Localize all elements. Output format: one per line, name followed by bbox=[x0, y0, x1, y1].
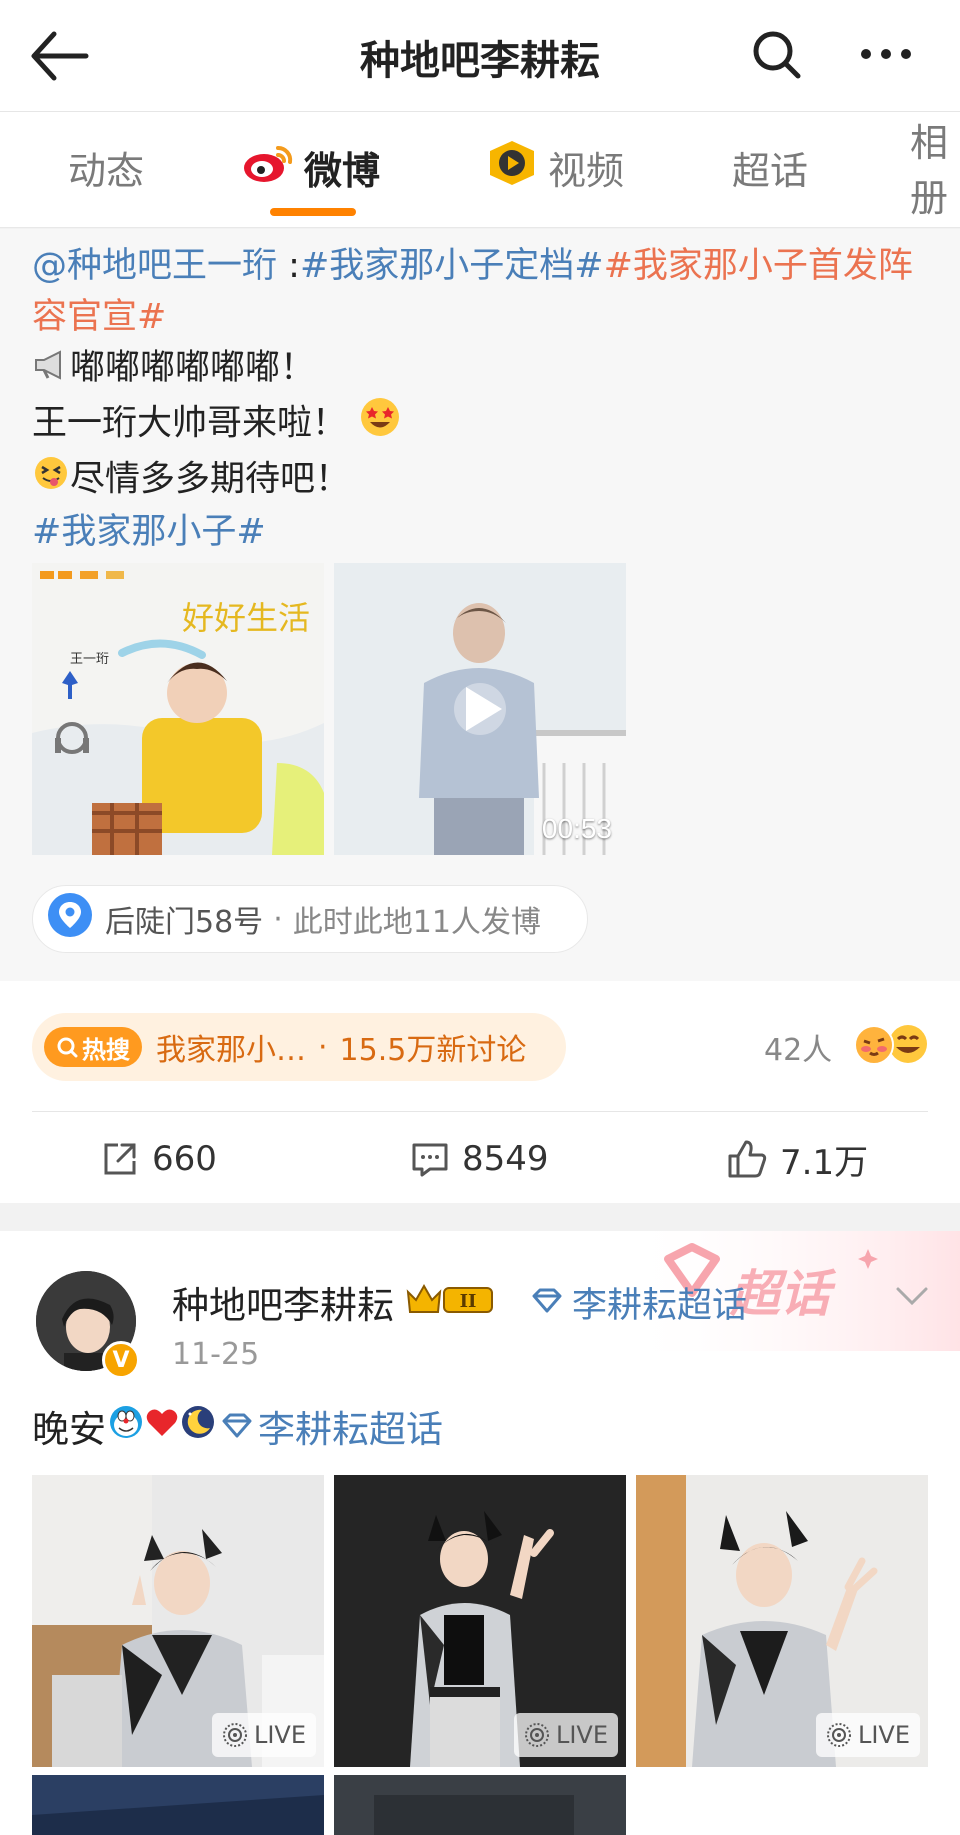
post-actions-area: 热搜 我家那小… · 15.5万新讨论 42人 660 8549 7.1万 bbox=[0, 981, 960, 1203]
live-photo[interactable]: LIVE bbox=[32, 1475, 324, 1767]
post-card[interactable]: 超话 V 种地吧李耕耘 II 李耕耘超话 11-25 晚安 李耕耘超话 LIVE… bbox=[0, 1231, 960, 1835]
location-name: 后陡门58号 bbox=[105, 905, 264, 940]
tab-album[interactable]: 相册 bbox=[910, 121, 960, 220]
megaphone-icon bbox=[32, 344, 70, 395]
post-text: 晚安 李耕耘超话 bbox=[32, 1399, 443, 1453]
repost-card[interactable]: @种地吧王一珩 :#我家那小子定档##我家那小子首发阵容官宣# 嘟嘟嘟嘟嘟嘟！ … bbox=[0, 229, 960, 981]
live-label: LIVE bbox=[857, 1721, 910, 1749]
tab-video[interactable]: 视频 bbox=[486, 140, 625, 193]
post-author[interactable]: 种地吧李耕耘 II bbox=[172, 1275, 496, 1329]
video-duration: 00:53 bbox=[541, 813, 612, 844]
live-label: LIVE bbox=[253, 1721, 306, 1749]
active-tab-indicator bbox=[270, 208, 356, 216]
post-line: 尽情多多期待吧！ bbox=[70, 459, 351, 499]
likers-count[interactable]: 42人 bbox=[764, 1025, 832, 1069]
tab-weibo-label: 微博 bbox=[304, 148, 381, 193]
live-badge: LIVE bbox=[211, 1713, 316, 1757]
live-label: LIVE bbox=[555, 1721, 608, 1749]
top-bar: 种地吧李耕耘 bbox=[0, 0, 960, 112]
photo-thumbnail[interactable] bbox=[334, 1775, 626, 1835]
verified-badge-icon: V bbox=[102, 1341, 140, 1379]
tab-weibo[interactable]: 微博 bbox=[242, 142, 381, 193]
live-photo-icon bbox=[222, 1723, 247, 1747]
tab-dynamics[interactable]: 动态 bbox=[68, 142, 144, 193]
repost-icon bbox=[104, 1143, 136, 1175]
hot-search-badge-label: 热搜 bbox=[82, 1035, 130, 1064]
level-badge-text: II bbox=[460, 1291, 477, 1312]
comment-button[interactable]: 8549 bbox=[410, 1131, 549, 1187]
post-line: 嘟嘟嘟嘟嘟嘟！ bbox=[70, 348, 316, 388]
repost-button[interactable]: 660 bbox=[100, 1131, 217, 1187]
search-icon[interactable] bbox=[748, 26, 804, 82]
reaction-emoji-icon bbox=[850, 1021, 930, 1067]
repost-count: 660 bbox=[152, 1139, 217, 1179]
supertopic-text-link[interactable]: 李耕耘超话 bbox=[258, 1399, 443, 1453]
location-info: 此时此地11人发博 bbox=[292, 905, 541, 940]
tab-supertopic[interactable]: 超话 bbox=[732, 142, 808, 193]
live-badge: LIVE bbox=[513, 1713, 618, 1757]
hot-search-count: 15.5万新讨论 bbox=[339, 1033, 527, 1068]
photo-thumbnail[interactable] bbox=[32, 1775, 324, 1835]
weibo-logo-icon bbox=[242, 142, 294, 193]
supertopic-link[interactable]: 李耕耘超话 bbox=[530, 1277, 747, 1328]
moon-emoji-icon bbox=[180, 1404, 216, 1449]
live-photo-icon bbox=[826, 1723, 851, 1747]
like-thumb-icon bbox=[728, 1140, 767, 1178]
live-photo-icon bbox=[524, 1723, 549, 1747]
post-text-content: 晚安 bbox=[32, 1408, 106, 1451]
topic-link[interactable]: #我家那小子# bbox=[32, 512, 266, 552]
colon: : bbox=[277, 246, 300, 286]
doraemon-emoji-icon bbox=[108, 1404, 144, 1449]
live-photo[interactable]: LIVE bbox=[334, 1475, 626, 1767]
post-line: 王一珩大帅哥来啦！ bbox=[32, 403, 348, 443]
tongue-emoji-icon bbox=[32, 454, 70, 507]
app-screen: 种地吧李耕耘 动态 微博 视频 超话 相册 @种地吧王一珩 :#我家那小子定档# bbox=[0, 0, 960, 1835]
heart-emoji-icon bbox=[144, 1404, 180, 1449]
comment-count: 8549 bbox=[462, 1139, 549, 1179]
like-count: 7.1万 bbox=[780, 1142, 869, 1183]
video-play-icon bbox=[486, 139, 538, 196]
video-thumbnail[interactable]: 00:53 bbox=[334, 563, 626, 855]
location-separator: · bbox=[273, 901, 283, 937]
hot-search-text: 我家那小… bbox=[156, 1033, 306, 1068]
hot-search-separator: · bbox=[318, 1029, 328, 1065]
profile-tabs: 动态 微博 视频 超话 相册 bbox=[0, 112, 960, 228]
tab-video-label: 视频 bbox=[548, 148, 625, 193]
hot-search-pill[interactable]: 热搜 我家那小… · 15.5万新讨论 bbox=[32, 1013, 566, 1081]
location-pill[interactable]: 后陡门58号 · 此时此地11人发博 bbox=[32, 885, 588, 953]
live-photo[interactable]: LIVE bbox=[636, 1475, 928, 1767]
hot-search-icon bbox=[57, 1037, 78, 1058]
mention-link[interactable]: @种地吧王一珩 bbox=[32, 246, 277, 286]
comment-icon bbox=[412, 1143, 448, 1177]
page-title: 种地吧李耕耘 bbox=[360, 38, 600, 84]
poster-title-text: 好好生活 bbox=[182, 599, 310, 637]
supertopic-diamond-icon bbox=[220, 1405, 254, 1448]
supertopic-diamond-icon bbox=[530, 1283, 564, 1323]
post-date: 11-25 bbox=[172, 1337, 260, 1372]
post-text: @种地吧王一珩 :#我家那小子定档##我家那小子首发阵容官宣# 嘟嘟嘟嘟嘟嘟！ … bbox=[32, 241, 932, 558]
live-badge: LIVE bbox=[815, 1713, 920, 1757]
hot-search-badge: 热搜 bbox=[44, 1027, 142, 1067]
star-eyes-emoji-icon bbox=[358, 395, 402, 454]
topic-link[interactable]: #我家那小子定档# bbox=[300, 246, 604, 286]
like-button[interactable]: 7.1万 bbox=[726, 1131, 868, 1187]
crown-level-icon: II bbox=[404, 1280, 496, 1325]
location-pin-icon bbox=[47, 892, 93, 946]
more-icon[interactable] bbox=[856, 26, 916, 82]
author-name: 种地吧李耕耘 bbox=[172, 1284, 394, 1327]
supertopic-name: 李耕耘超话 bbox=[572, 1286, 748, 1326]
poster-image[interactable]: 王一珩 好好生活 bbox=[32, 563, 324, 855]
chevron-down-icon[interactable] bbox=[894, 1285, 930, 1311]
divider bbox=[32, 1111, 928, 1112]
poster-name-text: 王一珩 bbox=[70, 652, 109, 667]
